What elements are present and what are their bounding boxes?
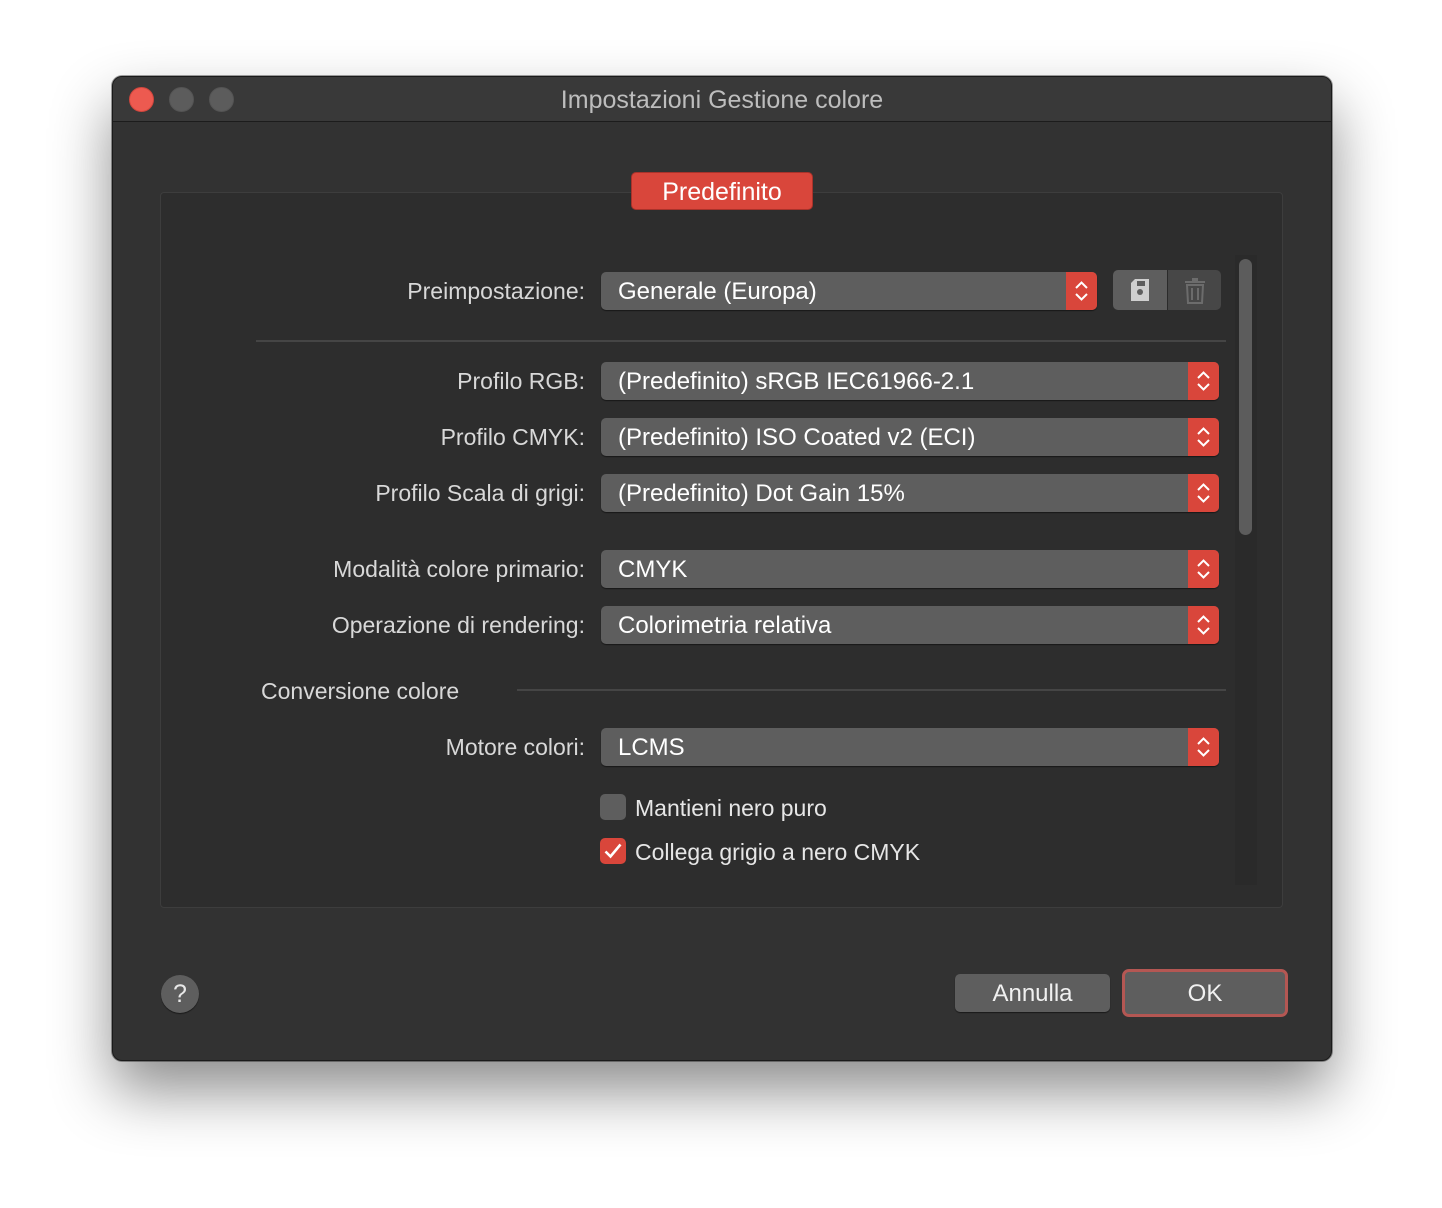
chevron-up-down-icon xyxy=(1188,550,1219,588)
rgb-profile-label: Profilo RGB: xyxy=(457,368,585,394)
chevron-up-down-icon xyxy=(1188,362,1219,400)
preset-value: Generale (Europa) xyxy=(618,278,817,305)
chevron-up-down-icon xyxy=(1188,474,1219,512)
preset-label: Preimpostazione: xyxy=(407,278,585,304)
primary-mode-value: CMYK xyxy=(618,556,688,583)
save-preset-button[interactable] xyxy=(1113,270,1167,310)
delete-preset-button[interactable] xyxy=(1167,270,1221,310)
chevron-up-down-icon xyxy=(1188,728,1219,766)
chevron-up-down-icon xyxy=(1066,272,1097,310)
color-engine-label: Motore colori: xyxy=(445,734,585,760)
tab-predefinito[interactable]: Predefinito xyxy=(631,172,813,210)
cmyk-profile-value: (Predefinito) ISO Coated v2 (ECI) xyxy=(618,424,976,451)
trash-icon xyxy=(1185,278,1205,304)
save-preset-icon xyxy=(1131,279,1149,301)
title-bar: Impostazioni Gestione colore xyxy=(113,77,1331,122)
color-engine-select[interactable]: LCMS xyxy=(601,728,1219,766)
help-button[interactable]: ? xyxy=(161,975,199,1013)
chevron-up-down-icon xyxy=(1188,606,1219,644)
separator xyxy=(256,340,1226,342)
chevron-up-down-icon xyxy=(1188,418,1219,456)
rgb-profile-value: (Predefinito) sRGB IEC61966-2.1 xyxy=(618,368,975,395)
checkmark-icon xyxy=(604,843,622,859)
keep-pure-black-checkbox[interactable] xyxy=(600,794,626,820)
gray-profile-select[interactable]: (Predefinito) Dot Gain 15% xyxy=(601,474,1219,512)
primary-mode-label: Modalità colore primario: xyxy=(333,556,585,582)
primary-mode-select[interactable]: CMYK xyxy=(601,550,1219,588)
gray-profile-value: (Predefinito) Dot Gain 15% xyxy=(618,480,905,507)
panel-scrollbar[interactable] xyxy=(1235,255,1257,885)
rgb-profile-select[interactable]: (Predefinito) sRGB IEC61966-2.1 xyxy=(601,362,1219,400)
rendering-intent-label: Operazione di rendering: xyxy=(331,612,585,638)
cmyk-profile-select[interactable]: (Predefinito) ISO Coated v2 (ECI) xyxy=(601,418,1219,456)
cancel-button[interactable]: Annulla xyxy=(955,974,1110,1012)
color-engine-value: LCMS xyxy=(618,734,685,761)
rendering-intent-select[interactable]: Colorimetria relativa xyxy=(601,606,1219,644)
conversion-section-title: Conversione colore xyxy=(261,678,460,704)
cmyk-profile-label: Profilo CMYK: xyxy=(440,424,585,450)
rendering-intent-value: Colorimetria relativa xyxy=(618,612,832,639)
preset-select[interactable]: Generale (Europa) xyxy=(601,272,1097,310)
gray-profile-label: Profilo Scala di grigi: xyxy=(375,480,585,506)
link-gray-checkbox[interactable] xyxy=(600,838,626,864)
ok-button[interactable]: OK xyxy=(1122,969,1288,1017)
window-title: Impostazioni Gestione colore xyxy=(560,86,884,114)
keep-pure-black-label[interactable]: Mantieni nero puro xyxy=(635,795,827,822)
scrollbar-thumb[interactable] xyxy=(1239,259,1252,535)
section-separator xyxy=(517,689,1226,691)
color-management-dialog: Impostazioni Gestione colore Predefinito… xyxy=(112,76,1332,1061)
link-gray-label[interactable]: Collega grigio a nero CMYK xyxy=(635,839,920,866)
